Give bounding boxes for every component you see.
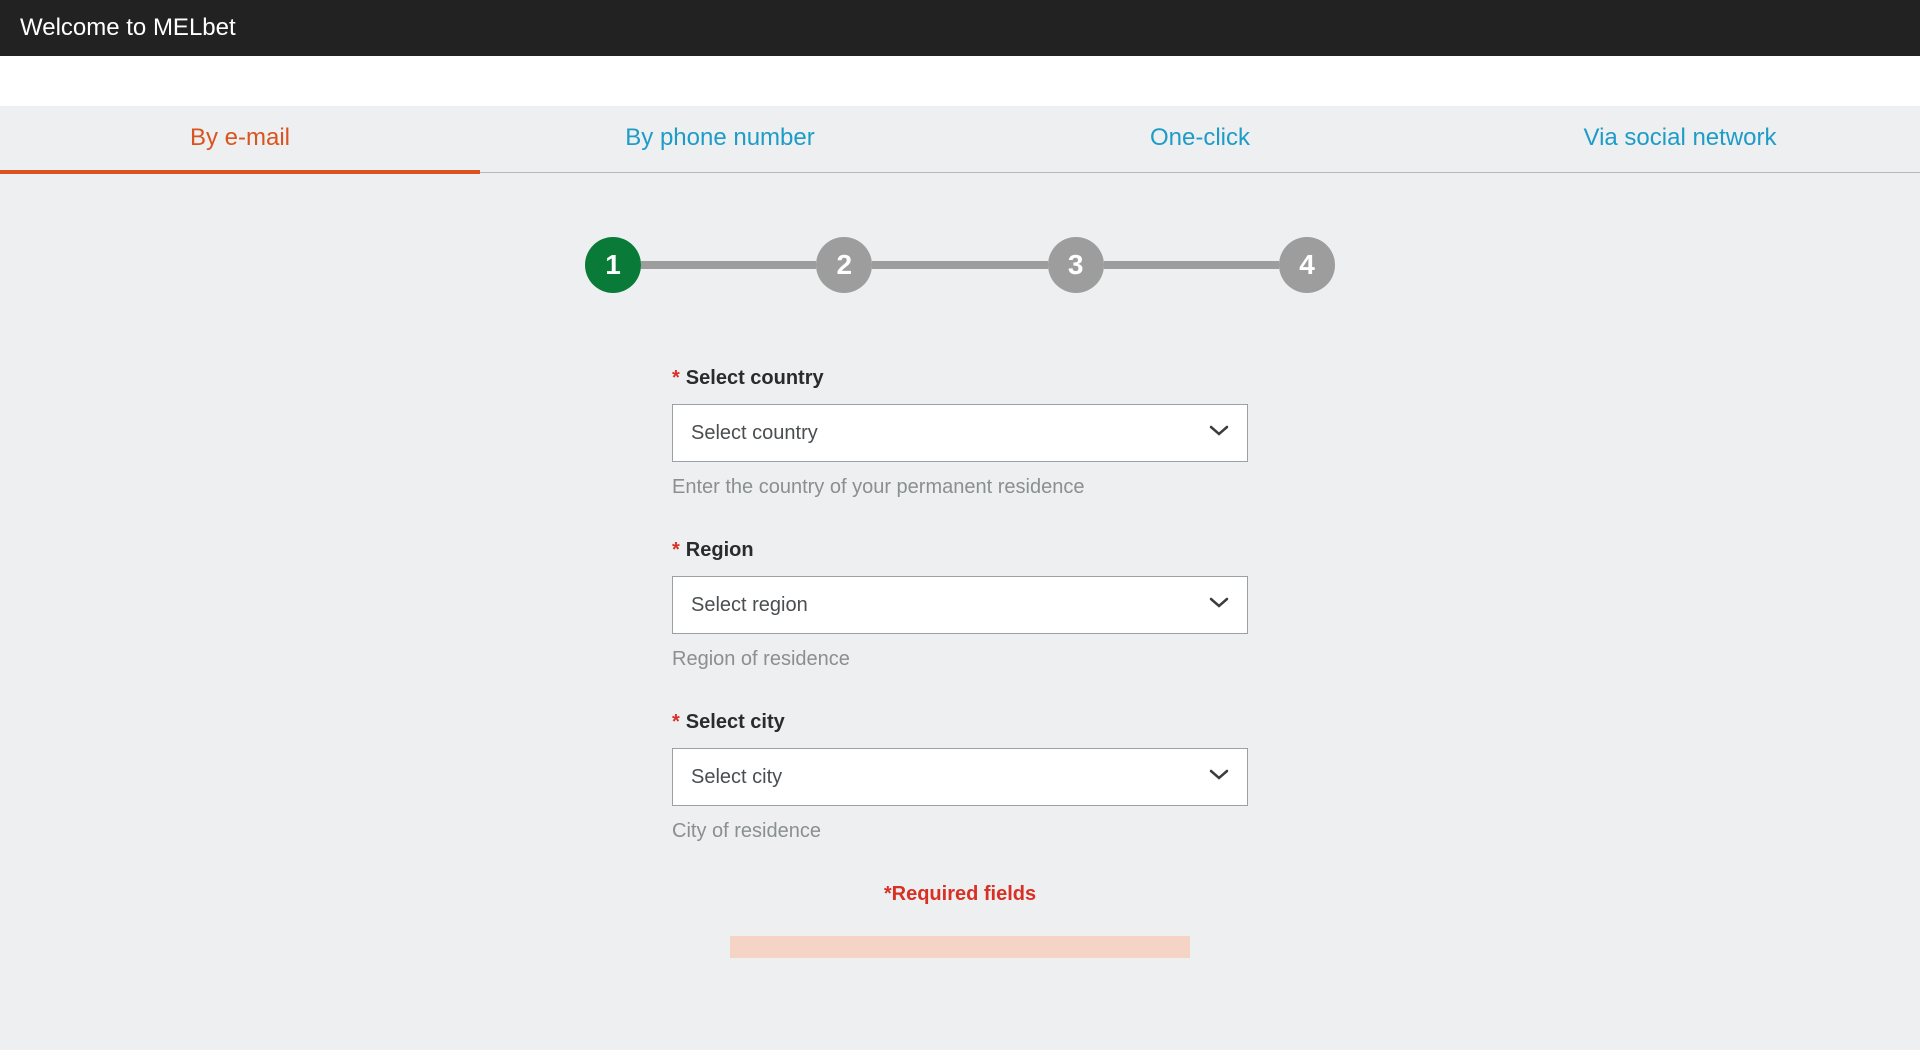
tab-label: By phone number <box>625 124 814 151</box>
progress-stepper: 1 2 3 4 <box>585 237 1335 293</box>
city-hint: City of residence <box>672 820 1248 843</box>
region-field: * Region Select region Region of residenc… <box>672 539 1248 671</box>
step-connector <box>641 261 816 269</box>
step-connector <box>872 261 1047 269</box>
white-spacer <box>0 56 1920 106</box>
tab-label: By e-mail <box>190 124 290 151</box>
tab-by-email[interactable]: By e-mail <box>0 106 480 174</box>
page-header: Welcome to MELbet <box>0 0 1920 56</box>
registration-tabs: By e-mail By phone number One-click Via … <box>0 106 1920 173</box>
tab-one-click[interactable]: One-click <box>960 106 1440 172</box>
select-placeholder: Select city <box>691 766 782 789</box>
city-label: * Select city <box>672 711 1248 734</box>
tab-by-phone[interactable]: By phone number <box>480 106 960 172</box>
region-hint: Region of residence <box>672 648 1248 671</box>
city-select[interactable]: Select city <box>672 748 1248 806</box>
region-label: * Region <box>672 539 1248 562</box>
country-label: * Select country <box>672 367 1248 390</box>
main-content: 1 2 3 4 *Select country Select country E <box>0 173 1920 958</box>
tab-label: One-click <box>1150 124 1250 151</box>
country-field: * Select country Select country Enter the… <box>672 367 1248 499</box>
required-fields-note: *Required fields <box>672 883 1248 906</box>
registration-form: * Select country Select country Enter the… <box>672 367 1248 958</box>
select-placeholder: Select country <box>691 422 818 445</box>
step-number: 1 <box>605 249 621 281</box>
label-text: Region <box>686 539 754 561</box>
page-title: Welcome to MELbet <box>20 14 236 41</box>
label-text: Select country <box>686 367 824 389</box>
step-4[interactable]: 4 <box>1279 237 1335 293</box>
chevron-down-icon <box>1209 424 1229 442</box>
step-number: 4 <box>1299 249 1315 281</box>
country-select[interactable]: Select country <box>672 404 1248 462</box>
region-select[interactable]: Select region <box>672 576 1248 634</box>
step-connector <box>1104 261 1279 269</box>
required-indicator: * <box>672 539 680 561</box>
step-2[interactable]: 2 <box>816 237 872 293</box>
required-indicator: * <box>672 367 680 389</box>
city-field: * Select city Select city City of residen… <box>672 711 1248 843</box>
tab-social-network[interactable]: Via social network <box>1440 106 1920 172</box>
required-indicator: * <box>672 711 680 733</box>
step-3[interactable]: 3 <box>1048 237 1104 293</box>
chevron-down-icon <box>1209 768 1229 786</box>
select-placeholder: Select region <box>691 594 808 617</box>
chevron-down-icon <box>1209 596 1229 614</box>
country-hint: Enter the country of your permanent resi… <box>672 476 1248 499</box>
step-number: 2 <box>837 249 853 281</box>
next-button[interactable] <box>730 936 1190 958</box>
label-text: Select city <box>686 711 785 733</box>
step-number: 3 <box>1068 249 1084 281</box>
step-1[interactable]: 1 <box>585 237 641 293</box>
tab-label: Via social network <box>1584 124 1777 151</box>
